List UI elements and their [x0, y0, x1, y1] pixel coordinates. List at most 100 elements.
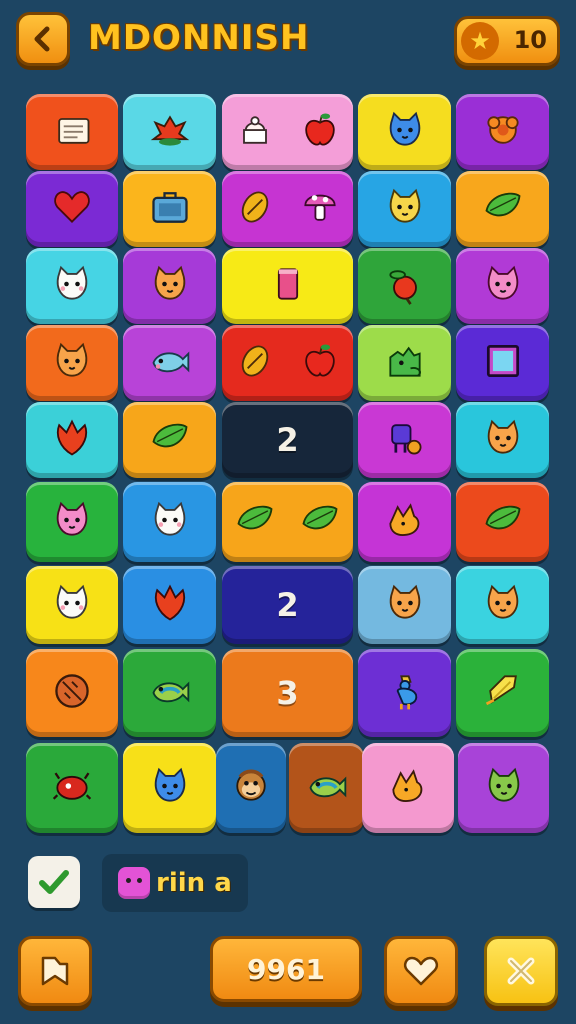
tile-number-2-blue[interactable]: 2: [222, 566, 353, 644]
cat-pink-icon: [50, 498, 94, 546]
tile-apple[interactable]: [358, 248, 451, 324]
fish-green-icon: [305, 764, 349, 812]
apple-icon: [298, 108, 342, 156]
tile-toy[interactable]: [358, 402, 451, 478]
tile-red-leaf[interactable]: [26, 402, 118, 478]
tile-cat-blue-2[interactable]: [123, 743, 216, 833]
tile-frame[interactable]: [456, 325, 549, 401]
dino-icon: [383, 339, 427, 387]
player-name: riin a: [156, 868, 232, 898]
tile-red-leaf-2[interactable]: [123, 566, 216, 644]
flower-icon: [148, 108, 192, 156]
tile-seed-apple[interactable]: [222, 325, 353, 401]
tile-fish-green-2[interactable]: [289, 743, 364, 833]
star-count: 10: [513, 26, 547, 54]
tile-briefcase[interactable]: [123, 171, 216, 247]
rooster-icon: [383, 669, 427, 717]
game-title: MDONNISH: [88, 18, 310, 58]
heart-button[interactable]: [384, 936, 458, 1006]
bookmark-button[interactable]: [18, 936, 92, 1006]
tile-cat-pink[interactable]: [456, 248, 549, 324]
cake-icon: [233, 108, 277, 156]
monkey-icon: [229, 764, 273, 812]
tile-orange-bird[interactable]: [362, 743, 454, 833]
cat-orange-icon: [481, 581, 525, 629]
tile-cat-yellow[interactable]: [358, 171, 451, 247]
tile-cat-white-3[interactable]: [26, 566, 118, 644]
tile-cat-white[interactable]: [26, 248, 118, 324]
close-icon: [507, 957, 535, 985]
score-button[interactable]: 9961: [210, 936, 362, 1002]
heart-icon: [50, 185, 94, 233]
cookie-icon: [50, 669, 94, 717]
briefcase-icon: [148, 185, 192, 233]
tile-cat-orange-4[interactable]: [358, 566, 451, 644]
cup-icon: [266, 262, 310, 310]
cat-white-icon: [50, 581, 94, 629]
paper-icon: [481, 669, 525, 717]
star-counter: ★ 10: [454, 16, 560, 66]
tile-green-leaf[interactable]: [123, 402, 216, 478]
cat-green-icon: [482, 764, 526, 812]
cat-orange-icon: [481, 416, 525, 464]
tile-cat-orange-5[interactable]: [456, 566, 549, 644]
cat-white-icon: [148, 498, 192, 546]
frame-icon: [481, 339, 525, 387]
bird-icon: [386, 764, 430, 812]
tile-green-dino[interactable]: [358, 325, 451, 401]
bookmark-icon: [41, 956, 69, 986]
fish-blue-icon: [148, 339, 192, 387]
tile-flag[interactable]: [26, 94, 118, 170]
close-button[interactable]: [484, 936, 558, 1006]
tile-number-2-dark[interactable]: 2: [222, 402, 353, 478]
tile-heart[interactable]: [26, 171, 118, 247]
tile-paper[interactable]: [456, 649, 549, 737]
tile-bird-orange[interactable]: [358, 482, 451, 562]
mushroom-icon: [298, 185, 342, 233]
tile-fish-green[interactable]: [123, 649, 216, 737]
toy-icon: [383, 416, 427, 464]
checkmark-icon: [39, 870, 69, 894]
bird-icon: [383, 498, 427, 546]
tile-cookie[interactable]: [26, 649, 118, 737]
tile-cake-apple[interactable]: [222, 94, 353, 170]
leaf-green-icon: [481, 185, 525, 233]
tile-rooster[interactable]: [358, 649, 451, 737]
tile-cat-pink-2[interactable]: [26, 482, 118, 562]
tile-two-leaves[interactable]: [222, 482, 353, 562]
leaf-green-icon: [233, 498, 277, 546]
tile-cat-orange[interactable]: [123, 248, 216, 324]
cat-white-icon: [50, 262, 94, 310]
bug-icon: [50, 764, 94, 812]
tile-leaf[interactable]: [456, 171, 549, 247]
leaf-green-icon: [298, 498, 342, 546]
tile-cat-blue[interactable]: [358, 94, 451, 170]
fish-green-icon: [148, 669, 192, 717]
tile-number-3[interactable]: 3: [222, 649, 353, 737]
chevron-left-icon: [34, 26, 50, 52]
tile-red-bug[interactable]: [26, 743, 118, 833]
seed-icon: [233, 185, 277, 233]
tile-green-leaf-2[interactable]: [456, 482, 549, 562]
heart-outline-icon: [403, 956, 439, 986]
score-value: 9961: [247, 952, 325, 986]
tile-monkey[interactable]: [216, 743, 286, 833]
tile-flower[interactable]: [123, 94, 216, 170]
cat-orange-icon: [50, 339, 94, 387]
flag-icon: [50, 108, 94, 156]
orange-flower-icon: [481, 108, 525, 156]
tile-cat-green[interactable]: [458, 743, 549, 833]
tile-orange-flower[interactable]: [456, 94, 549, 170]
star-icon: ★: [461, 22, 499, 60]
tile-fish-blue[interactable]: [123, 325, 216, 401]
checkbox[interactable]: [28, 856, 80, 908]
tile-cat-white-2[interactable]: [123, 482, 216, 562]
seed-icon: [233, 339, 277, 387]
back-button[interactable]: [16, 12, 70, 66]
tile-cup[interactable]: [222, 248, 353, 324]
tile-seed-mushroom[interactable]: [222, 171, 353, 247]
cat-blue-icon: [383, 108, 427, 156]
top-bar: MDONNISH ★ 10: [0, 0, 576, 80]
tile-cat-orange-3[interactable]: [456, 402, 549, 478]
tile-cat-orange-2[interactable]: [26, 325, 118, 401]
